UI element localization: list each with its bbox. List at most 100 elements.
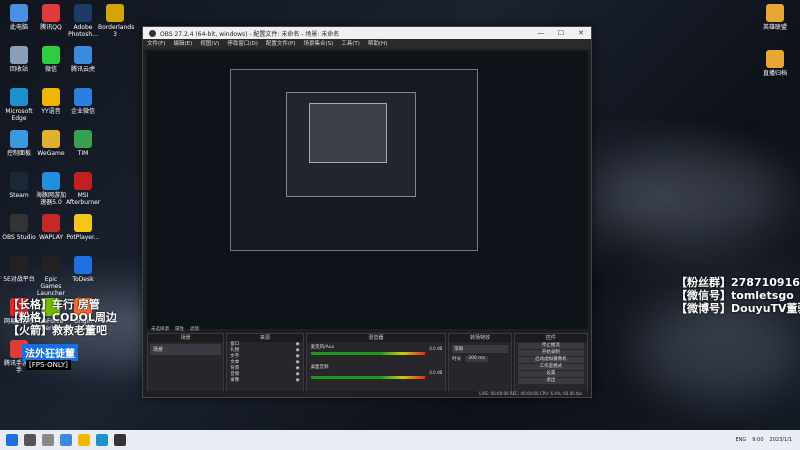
control-buttons: 停止推流 开始录制 启动虚拟摄像机 工作室模式 设置 退出 bbox=[515, 343, 587, 384]
scene-item[interactable]: 场景 bbox=[150, 344, 222, 355]
desktop-icon-label: OBS Studio bbox=[2, 234, 36, 241]
overlay-text-right: 【微信号】tomletsgo bbox=[676, 289, 794, 302]
desktop-icon[interactable]: Epic Games Launcher bbox=[34, 256, 68, 297]
menu-item[interactable]: 编辑(E) bbox=[173, 39, 192, 49]
desktop-icon-label: 5E对战平台 bbox=[3, 276, 35, 283]
desktop-icon-label: 控制面板 bbox=[6, 150, 31, 157]
desktop-icon[interactable]: 腾讯QQ bbox=[34, 4, 68, 31]
system-tray: ENG 9:00 2023/1/1 bbox=[736, 430, 792, 450]
obs-logo-icon bbox=[149, 29, 156, 37]
desktop-icon-label: 腾讯QQ bbox=[40, 24, 62, 31]
control-button[interactable]: 停止推流 bbox=[517, 343, 584, 349]
desktop-icon[interactable]: Adobe Photosh... bbox=[66, 4, 100, 38]
desktop-folder-icon[interactable]: 英雄联盟 bbox=[758, 4, 792, 31]
transitions-panel: 转场特效 渐隐 时长 300 ms bbox=[448, 333, 512, 395]
desktop-icon[interactable]: 控制面板 bbox=[2, 130, 36, 157]
control-button[interactable]: 退出 bbox=[517, 378, 584, 384]
smoke-effect bbox=[600, 150, 780, 240]
source-item[interactable]: 录像 ◉ bbox=[227, 378, 302, 384]
app-icon bbox=[74, 4, 92, 22]
menu-item[interactable]: 工具(T) bbox=[341, 39, 360, 49]
app-icon bbox=[74, 130, 92, 148]
desktop-icon-label: 英雄联盟 bbox=[762, 24, 787, 31]
menu-item[interactable]: 文件(F) bbox=[147, 39, 165, 49]
desktop-icon[interactable]: WeGame bbox=[34, 130, 68, 157]
desktop-icon[interactable]: TIM bbox=[66, 130, 100, 157]
desktop-icon-label: 企业微信 bbox=[70, 108, 95, 115]
desktop-icon[interactable]: 企业微信 bbox=[66, 88, 100, 115]
clock-date[interactable]: 2023/1/1 bbox=[770, 437, 792, 443]
source-list: 窗口 ◉ 礼物 ◉ 文字 ◉ 文本 ◉ 背景 ◉ 音频 ◉ 录像 ◉ bbox=[227, 342, 302, 384]
desktop-icon-label: 此电脑 bbox=[9, 24, 28, 31]
desktop-icon-label: 微信 bbox=[44, 66, 57, 73]
app-icon bbox=[42, 88, 60, 106]
app-icon bbox=[42, 214, 60, 232]
desktop-icon[interactable]: ToDesk bbox=[66, 256, 100, 283]
widgets-icon[interactable] bbox=[60, 434, 72, 446]
eye-icon[interactable]: ◉ bbox=[296, 378, 300, 384]
app-icon bbox=[74, 214, 92, 232]
start-icon[interactable] bbox=[6, 434, 18, 446]
desktop-folder-icon[interactable]: 直播归档 bbox=[758, 50, 792, 77]
taskbar: ENG 9:00 2023/1/1 bbox=[0, 430, 800, 450]
desktop-icon[interactable]: WAPLAY bbox=[34, 214, 68, 241]
desktop-icon[interactable]: 回收站 bbox=[2, 46, 36, 73]
menu-item[interactable]: 停靠窗口(D) bbox=[227, 39, 258, 49]
desktop-icon[interactable]: Borderlands 3 bbox=[98, 4, 135, 38]
search-icon[interactable] bbox=[24, 434, 36, 446]
edge-icon[interactable] bbox=[96, 434, 108, 446]
desktop-icon-label: ToDesk bbox=[72, 276, 94, 283]
sources-panel: 来源 窗口 ◉ 礼物 ◉ 文字 ◉ 文本 ◉ 背景 ◉ 音频 ◉ 录像 ◉ bbox=[226, 333, 304, 395]
desktop-icon[interactable]: Microsoft Edge bbox=[2, 88, 36, 122]
menu-item[interactable]: 视图(V) bbox=[200, 39, 219, 49]
clock-time[interactable]: 9:00 bbox=[752, 437, 763, 443]
menu-item[interactable]: 配置文件(P) bbox=[266, 39, 296, 49]
control-button[interactable]: 设置 bbox=[517, 371, 584, 377]
obs-window[interactable]: OBS 27.2.4 (64-bit, windows) - 配置文件: 未命名… bbox=[142, 26, 592, 398]
audio-meter bbox=[310, 376, 426, 379]
obs-taskbar-icon[interactable] bbox=[114, 434, 126, 446]
desktop-icon-label: Borderlands 3 bbox=[98, 24, 135, 38]
mixer-db: 0.0 dB bbox=[429, 370, 443, 375]
desktop-icon[interactable]: OBS Studio bbox=[2, 214, 36, 241]
minimize-button[interactable]: — bbox=[531, 27, 551, 39]
desktop-icon[interactable]: 腾讯云虎 bbox=[66, 46, 100, 73]
desktop-icon[interactable]: 海豚网游加速器5.0 bbox=[34, 172, 68, 206]
sources-header: 来源 bbox=[227, 334, 303, 342]
app-icon bbox=[42, 256, 60, 274]
desktop-icon[interactable]: Steam bbox=[2, 172, 36, 199]
desktop-icon-label: PotPlayer... bbox=[66, 234, 100, 241]
desktop-icon[interactable]: PotPlayer... bbox=[66, 214, 100, 241]
desktop-icon[interactable]: 微信 bbox=[34, 46, 68, 73]
file-explorer-icon[interactable] bbox=[78, 434, 90, 446]
transition-select[interactable]: 渐隐 bbox=[452, 345, 508, 353]
app-icon bbox=[10, 46, 28, 64]
task-view-icon[interactable] bbox=[42, 434, 54, 446]
desktop-icon[interactable]: MSI Afterburner bbox=[66, 172, 100, 206]
overlay-text-left: 【长格】车行 房管 bbox=[8, 298, 100, 311]
close-button[interactable]: ✕ bbox=[571, 27, 591, 39]
menu-item[interactable]: 场景集合(S) bbox=[303, 39, 333, 49]
source-name: 录像 bbox=[230, 378, 240, 383]
preview-canvas[interactable] bbox=[147, 51, 588, 329]
transitions-header: 转场特效 bbox=[449, 334, 511, 342]
control-button[interactable]: 开始录制 bbox=[517, 350, 584, 356]
duration-input[interactable]: 300 ms bbox=[465, 356, 488, 362]
language-indicator[interactable]: ENG bbox=[736, 437, 747, 443]
nested-capture-2 bbox=[286, 92, 416, 197]
overlay-text-right: 【微博号】DouyuTV董驴 bbox=[676, 302, 800, 315]
maximize-button[interactable]: ☐ bbox=[551, 27, 571, 39]
desktop-icon-label: Steam bbox=[9, 192, 29, 199]
app-icon bbox=[42, 46, 60, 64]
control-button[interactable]: 启动虚拟摄像机 bbox=[517, 357, 584, 363]
desktop-icon-label: 腾讯云虎 bbox=[70, 66, 95, 73]
mixer-track-name: 麦克风/Aux bbox=[310, 345, 335, 350]
control-button[interactable]: 工作室模式 bbox=[517, 364, 584, 370]
menu-item[interactable]: 帮助(H) bbox=[368, 39, 387, 49]
desktop-icon[interactable]: YY语音 bbox=[34, 88, 68, 115]
mixer-panel: 混音器 麦克风/Aux 0.0 dB 桌面音频 0.0 dB bbox=[305, 333, 447, 395]
desktop-icon[interactable]: 此电脑 bbox=[2, 4, 36, 31]
obs-titlebar[interactable]: OBS 27.2.4 (64-bit, windows) - 配置文件: 未命名… bbox=[143, 27, 591, 39]
desktop-icon[interactable]: 5E对战平台 bbox=[2, 256, 36, 283]
app-icon bbox=[74, 88, 92, 106]
